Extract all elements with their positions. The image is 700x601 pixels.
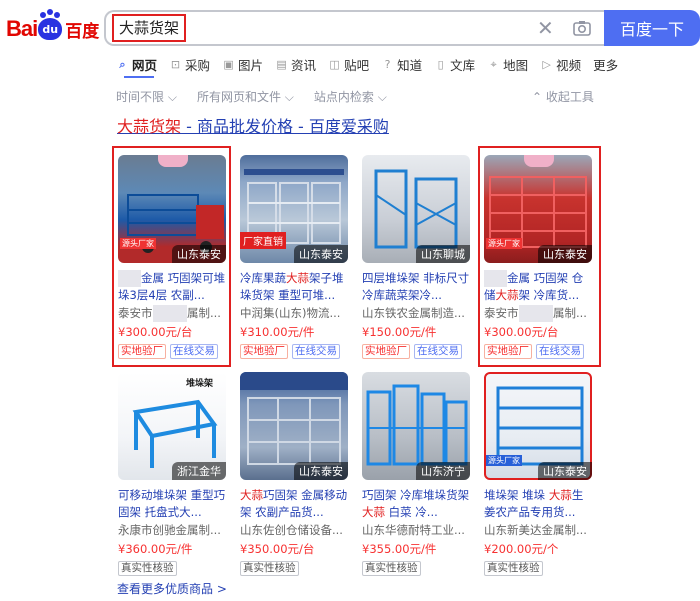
highlight-box: [478, 146, 601, 367]
active-tab-indicator: [124, 76, 154, 78]
product-price: ¥310.00元/件: [240, 325, 315, 339]
product-image[interactable]: 源头厂家 山东泰安: [484, 372, 592, 480]
tab-zhidao[interactable]: ? 知道: [381, 54, 422, 74]
shop-name[interactable]: 山东新美达金属制...: [484, 522, 592, 539]
shop-name[interactable]: 山东华德耐特工业...: [362, 522, 470, 539]
product-tags: 真实性核验: [484, 561, 592, 576]
product-tags: 真实性核验: [362, 561, 470, 576]
camera-icon[interactable]: [572, 18, 592, 38]
tab-video[interactable]: ▷ 视频: [540, 54, 581, 74]
tag-authenticity-verified: 真实性核验: [118, 561, 177, 576]
logo-text-bai: Bai: [6, 16, 38, 41]
result-title-link[interactable]: 大蒜货架 - 商品批发价格 - 百度爱采购: [117, 113, 389, 137]
search-button[interactable]: 百度一下: [604, 10, 700, 46]
video-icon: ▷: [542, 57, 551, 71]
location-label: 山东泰安: [538, 462, 592, 480]
close-icon[interactable]: ✕: [537, 18, 554, 38]
chevron-down-icon: ⌵: [284, 90, 294, 104]
tag-authenticity-verified: 真实性核验: [484, 561, 543, 576]
search-tabs: ⌕ 网页 ⊡ 采购 ▣ 图片 ▤ 资讯 ◫ 贴吧 ? 知道 ▯ 文库 ⌖ 地图 ▷ 视频 更多: [116, 54, 630, 74]
tab-image[interactable]: ▣ 图片: [222, 54, 263, 74]
product-price: ¥355.00元/件: [362, 542, 437, 556]
location-label: 山东泰安: [294, 462, 348, 480]
tag-online-trade: 在线交易: [292, 344, 340, 359]
product-price: ¥350.00元/台: [240, 542, 315, 556]
shop-name[interactable]: 永康市创驰金属制...: [118, 522, 226, 539]
product-tags: 实地验厂 在线交易: [240, 344, 348, 359]
filter-type[interactable]: 所有网页和文件 ⌵: [197, 88, 294, 105]
product-card[interactable]: 堆垛架 浙江金华 可移动堆垛架 重型巧固架 托盘式大... 永康市创驰金属制..…: [118, 372, 226, 576]
product-name[interactable]: 四层堆垛架 非标尺寸 冷库蔬菜架冷...: [362, 270, 470, 304]
product-price: ¥200.00元/个: [484, 542, 559, 556]
tag-factory-verified: 实地验厂: [362, 344, 410, 359]
location-label: 浙江金华: [172, 462, 226, 480]
product-card[interactable]: 山东泰安 大蒜巧固架 金属移动架 农副产品货... 山东佐创仓储设备... ¥3…: [240, 372, 348, 576]
logo-text-cn: 百度: [65, 21, 100, 42]
product-name[interactable]: 大蒜巧固架 金属移动架 农副产品货...: [240, 487, 348, 521]
chevron-down-icon: ⌵: [377, 90, 387, 104]
product-tags: 真实性核验: [240, 561, 348, 576]
product-price: ¥360.00元/件: [118, 542, 193, 556]
baidu-logo[interactable]: Bai du 百度: [6, 12, 99, 46]
tab-wenku[interactable]: ▯ 文库: [434, 54, 476, 74]
result-title-rest: - 商品批发价格 - 百度爱采购: [181, 117, 389, 136]
tab-tieba[interactable]: ◫ 贴吧: [328, 54, 369, 74]
collapse-tools[interactable]: ⌃ 收起工具: [532, 88, 594, 105]
question-icon: ?: [384, 57, 391, 71]
source-badge: 源头厂家: [486, 455, 522, 466]
paw-icon: du: [38, 12, 63, 40]
chevron-up-icon: ⌃: [532, 90, 543, 104]
search-icon: ⌕: [119, 57, 126, 71]
product-card[interactable]: 厂家直销 山东泰安 冷库果蔬大蒜架子堆垛货架 重型可堆... 中润集(山东)物流…: [240, 155, 348, 359]
doc-icon: ▯: [437, 57, 444, 71]
tag-authenticity-verified: 真实性核验: [240, 561, 299, 576]
tab-map[interactable]: ⌖ 地图: [487, 54, 529, 74]
tag-factory-verified: 实地验厂: [240, 344, 288, 359]
product-name[interactable]: 堆垛架 堆垛 大蒜生姜农产品专用货...: [484, 487, 592, 521]
location-label: 山东济宁: [416, 462, 470, 480]
product-name[interactable]: 冷库果蔬大蒜架子堆垛货架 重型可堆...: [240, 270, 348, 304]
highlight-box: [112, 146, 231, 367]
tag-authenticity-verified: 真实性核验: [362, 561, 421, 576]
tag-online-trade: 在线交易: [414, 344, 462, 359]
product-card[interactable]: 源头厂家 山东泰安 堆垛架 堆垛 大蒜生姜农产品专用货... 山东新美达金属制.…: [484, 372, 592, 576]
product-card[interactable]: 山东济宁 巧固架 冷库堆垛货架 大蒜 白菜 冷... 山东华德耐特工业... ¥…: [362, 372, 470, 576]
product-image[interactable]: 厂家直销 山东泰安: [240, 155, 348, 263]
location-label: 山东聊城: [416, 245, 470, 263]
product-image[interactable]: 山东聊城: [362, 155, 470, 263]
image-caption: 堆垛架: [186, 377, 213, 389]
product-card[interactable]: 山东聊城 四层堆垛架 非标尺寸 冷库蔬菜架冷... 山东铁农金属制造... ¥1…: [362, 155, 470, 359]
filter-site[interactable]: 站点内检索 ⌵: [314, 88, 387, 105]
product-image[interactable]: 山东济宁: [362, 372, 470, 480]
source-badge: 厂家直销: [240, 232, 286, 249]
location-label: 山东泰安: [294, 245, 348, 263]
search-box[interactable]: 大蒜货架 ✕: [104, 10, 604, 46]
shop-name[interactable]: 山东佐创仓储设备...: [240, 522, 348, 539]
map-icon: ⌖: [490, 57, 497, 71]
tab-web[interactable]: ⌕ 网页: [116, 54, 157, 74]
chevron-down-icon: ⌵: [167, 90, 177, 104]
product-name[interactable]: 可移动堆垛架 重型巧固架 托盘式大...: [118, 487, 226, 521]
tieba-icon: ◫: [329, 57, 340, 71]
shop-name[interactable]: 山东铁农金属制造...: [362, 305, 470, 322]
product-name[interactable]: 巧固架 冷库堆垛货架 大蒜 白菜 冷...: [362, 487, 470, 521]
more-products-link[interactable]: 查看更多优质商品 >: [117, 580, 227, 597]
search-filters: 时间不限 ⌵ 所有网页和文件 ⌵ 站点内检索 ⌵: [116, 88, 407, 105]
tab-more[interactable]: 更多: [593, 54, 618, 74]
cart-icon: ⊡: [170, 57, 181, 71]
shop-name[interactable]: 中润集(山东)物流...: [240, 305, 348, 322]
tab-purchase[interactable]: ⊡ 采购: [169, 54, 210, 74]
tab-news[interactable]: ▤ 资讯: [275, 54, 316, 74]
news-icon: ▤: [276, 57, 287, 71]
search-input[interactable]: 大蒜货架: [112, 14, 187, 42]
product-tags: 实地验厂 在线交易: [362, 344, 470, 359]
image-icon: ▣: [223, 57, 234, 71]
product-price: ¥150.00元/件: [362, 325, 437, 339]
filter-time[interactable]: 时间不限 ⌵: [116, 88, 177, 105]
product-tags: 真实性核验: [118, 561, 226, 576]
product-image[interactable]: 山东泰安: [240, 372, 348, 480]
result-title-highlight: 大蒜货架: [117, 117, 182, 136]
product-image[interactable]: 堆垛架 浙江金华: [118, 372, 226, 480]
